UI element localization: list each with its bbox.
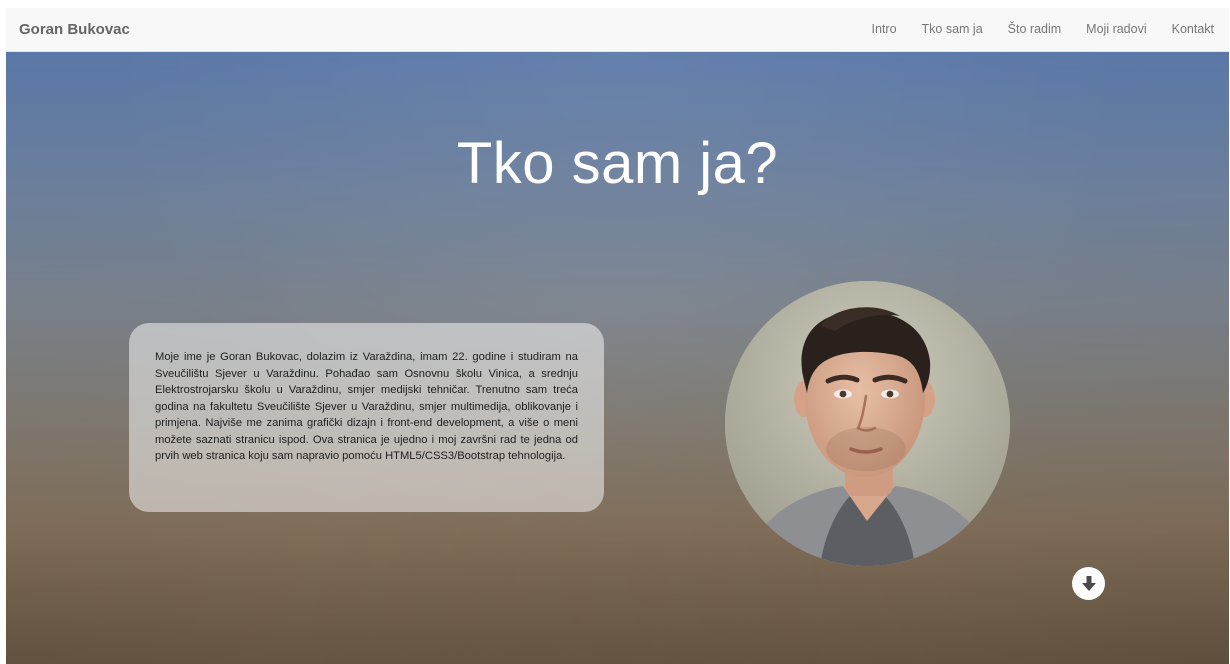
portrait-illustration [725, 281, 1010, 566]
page-frame: Goran Bukovac Intro Tko sam ja Što radim… [6, 8, 1229, 664]
nav-link-kontakt[interactable]: Kontakt [1172, 22, 1214, 36]
navbar: Goran Bukovac Intro Tko sam ja Što radim… [6, 8, 1229, 52]
hero-section: Tko sam ja? Moje ime je Goran Bukovac, d… [6, 52, 1229, 664]
nav-link-sto-radim[interactable]: Što radim [1008, 22, 1062, 36]
nav-link-tko-sam-ja[interactable]: Tko sam ja [922, 22, 983, 36]
bio-text: Moje ime je Goran Bukovac, dolazim iz Va… [155, 351, 578, 462]
bio-card: Moje ime je Goran Bukovac, dolazim iz Va… [129, 323, 604, 512]
arrow-circle-down-icon [1081, 575, 1096, 591]
nav-links: Intro Tko sam ja Što radim Moji radovi K… [847, 22, 1214, 36]
profile-photo [725, 281, 1010, 566]
brand-link[interactable]: Goran Bukovac [19, 21, 130, 38]
scroll-down-button[interactable] [1072, 567, 1105, 600]
nav-link-moji-radovi[interactable]: Moji radovi [1086, 22, 1146, 36]
nav-link-intro[interactable]: Intro [872, 22, 897, 36]
page-title: Tko sam ja? [456, 131, 779, 196]
